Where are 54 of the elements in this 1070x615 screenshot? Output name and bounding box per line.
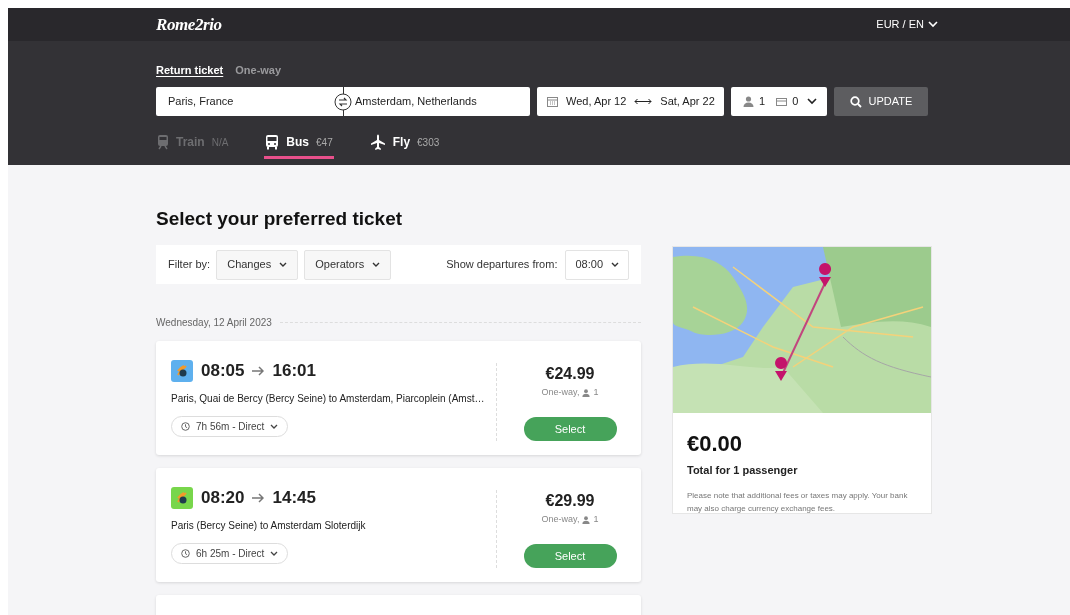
trip-type-tab[interactable]: Return ticket bbox=[156, 61, 224, 79]
calendar-icon bbox=[547, 96, 558, 107]
update-button[interactable]: UPDATE bbox=[834, 87, 928, 116]
filter-dropdown[interactable]: Operators bbox=[304, 249, 392, 280]
ticket-price: €24.99 bbox=[545, 364, 595, 384]
arrival-time: 14:45 bbox=[272, 487, 316, 510]
clock-icon bbox=[181, 549, 190, 558]
total-price: €0.00 bbox=[687, 430, 744, 458]
clock-icon bbox=[181, 422, 190, 431]
person-icon bbox=[582, 388, 591, 397]
route-field[interactable]: Paris, France Amsterdam, Netherlands bbox=[156, 87, 530, 116]
chevron-down-icon bbox=[807, 98, 818, 105]
mode-tab[interactable]: Fly €303 bbox=[368, 128, 441, 159]
date-divider-label: Wednesday, 12 April 2023 bbox=[156, 315, 272, 330]
page-heading: Select your preferred ticket bbox=[156, 207, 404, 229]
total-caption: Total for 1 passenger bbox=[687, 463, 799, 478]
person-icon bbox=[743, 96, 754, 107]
logo[interactable]: Rome2rio bbox=[156, 11, 222, 38]
mode-tab[interactable]: Bus €47 bbox=[264, 128, 334, 159]
double-arrow-icon bbox=[634, 98, 653, 105]
passenger-count: 1 bbox=[593, 513, 599, 526]
trip-type-tab[interactable]: One-way bbox=[235, 61, 282, 79]
plane-icon bbox=[369, 134, 386, 150]
ticket-price: €29.99 bbox=[545, 491, 595, 511]
fare-type: One-way, bbox=[541, 513, 580, 526]
chevron-down-icon bbox=[270, 550, 279, 557]
arrow-right-icon bbox=[252, 366, 265, 376]
departure-time: 08:20 bbox=[201, 487, 245, 510]
filter-dropdown[interactable]: Changes bbox=[216, 249, 299, 280]
fees-note: Please note that additional fees or taxes may apply. Your bank may also charge currency exchange fees. bbox=[687, 489, 909, 515]
route-description: Paris (Bercy Seine) to Amsterdam Sloterdijk bbox=[171, 519, 367, 533]
locale-selector[interactable]: EUR / EN bbox=[876, 16, 938, 33]
chevron-down-icon bbox=[270, 423, 279, 430]
swap-icon[interactable] bbox=[334, 93, 352, 111]
train-icon bbox=[157, 134, 169, 150]
arrival-time: 16:01 bbox=[272, 360, 316, 383]
person-icon bbox=[582, 515, 591, 524]
date-field[interactable]: Wed, Apr 12 Sat, Apr 22 bbox=[537, 87, 724, 116]
chevron-down-icon bbox=[611, 261, 619, 268]
bus-icon bbox=[265, 134, 280, 150]
filter-label: Filter by: bbox=[168, 257, 211, 273]
passenger-count: 1 bbox=[593, 386, 599, 399]
card-icon bbox=[776, 97, 788, 106]
arrow-right-icon bbox=[252, 493, 265, 503]
departures-label: Show departures from: bbox=[446, 257, 558, 273]
chevron-down-icon bbox=[372, 261, 381, 268]
search-icon bbox=[849, 95, 862, 108]
passengers-field[interactable]: 1 0 bbox=[731, 87, 827, 116]
time-dropdown[interactable]: 08:00 bbox=[565, 249, 629, 280]
chevron-down-icon bbox=[279, 261, 288, 268]
route-description: Paris, Quai de Bercy (Bercy Seine) to Amsterdam, Piarcoplein (Amst… bbox=[171, 392, 486, 406]
fare-type: One-way, bbox=[541, 386, 580, 399]
departure-time: 08:05 bbox=[201, 360, 245, 383]
chevron-down-icon bbox=[928, 21, 938, 28]
